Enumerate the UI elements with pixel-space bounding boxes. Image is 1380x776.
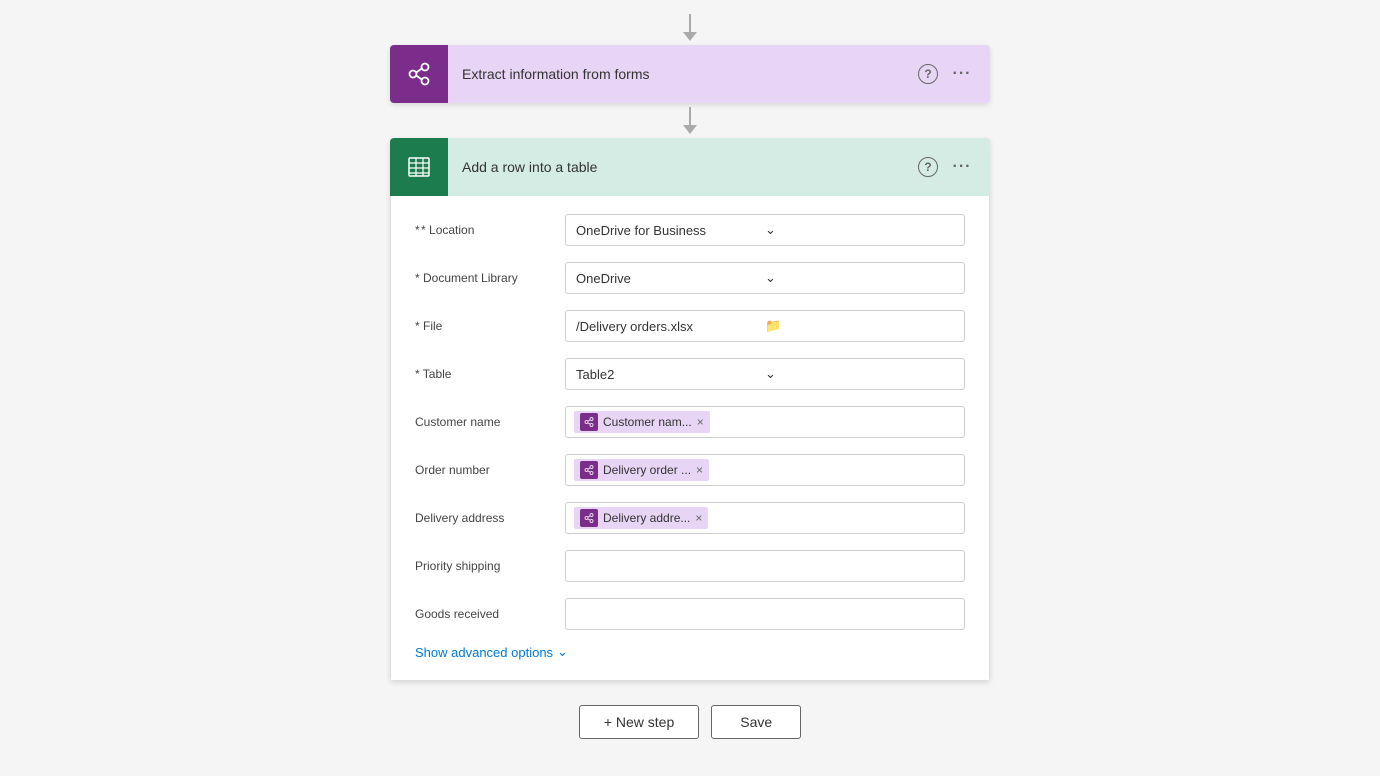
advanced-options-chevron-icon: ⌄ [557, 644, 568, 660]
step1-header: Extract information from forms ? ··· [390, 45, 990, 103]
file-row: * File /Delivery orders.xlsx 📁 [415, 308, 965, 344]
doc-library-control: OneDrive ⌄ [565, 262, 965, 294]
advanced-options-row: Show advanced options ⌄ [415, 644, 965, 660]
goods-received-control [565, 598, 965, 630]
delivery-address-row: Delivery address [415, 500, 965, 536]
file-folder-icon: 📁 [765, 318, 954, 334]
share-icon [405, 60, 433, 88]
priority-shipping-row: Priority shipping [415, 548, 965, 584]
order-number-token-label: Delivery order ... [603, 463, 691, 477]
step2-body: * * Location OneDrive for Business ⌄ * D… [390, 196, 990, 681]
mid-connector-line [689, 107, 691, 125]
step1-ellipsis-icon: ··· [953, 65, 972, 83]
customer-name-label: Customer name [415, 415, 565, 429]
step1-actions: ? ··· [918, 60, 976, 88]
step2-header: Add a row into a table ? ··· [390, 138, 990, 196]
new-step-button[interactable]: + New step [579, 705, 699, 739]
customer-name-token: Customer nam... × [574, 411, 710, 433]
show-advanced-options-label: Show advanced options [415, 645, 553, 660]
location-value: OneDrive for Business [576, 223, 765, 238]
customer-name-control: Customer nam... × [565, 406, 965, 438]
top-connector [683, 14, 697, 41]
doc-library-dropdown[interactable]: OneDrive ⌄ [565, 262, 965, 294]
file-value: /Delivery orders.xlsx [576, 319, 765, 334]
excel-icon [405, 153, 433, 181]
page-container: Extract information from forms ? ··· [0, 0, 1380, 739]
step2-help-icon[interactable]: ? [918, 157, 938, 177]
goods-received-row: Goods received [415, 596, 965, 632]
order-number-token-remove[interactable]: × [696, 464, 703, 476]
order-number-field[interactable]: Delivery order ... × [565, 454, 965, 486]
order-number-token: Delivery order ... × [574, 459, 709, 481]
table-control: Table2 ⌄ [565, 358, 965, 390]
priority-shipping-control [565, 550, 965, 582]
doc-library-chevron-icon: ⌄ [765, 270, 954, 286]
step2-ellipsis-icon: ··· [953, 158, 972, 176]
table-label: * Table [415, 367, 565, 381]
connector-arrow-down [683, 32, 697, 41]
doc-library-value: OneDrive [576, 271, 765, 286]
delivery-address-control: Delivery addre... × [565, 502, 965, 534]
table-row: * Table Table2 ⌄ [415, 356, 965, 392]
customer-name-field[interactable]: Customer nam... × [565, 406, 965, 438]
customer-name-token-label: Customer nam... [603, 415, 692, 429]
delivery-address-token: Delivery addre... × [574, 507, 708, 529]
priority-shipping-label: Priority shipping [415, 559, 565, 573]
customer-name-row: Customer name [415, 404, 965, 440]
location-label: * * Location [415, 223, 565, 237]
step1-icon-box [390, 45, 448, 103]
mid-connector-arrow [683, 125, 697, 134]
step2-actions: ? ··· [918, 153, 976, 181]
customer-name-token-icon [580, 413, 598, 431]
file-field[interactable]: /Delivery orders.xlsx 📁 [565, 310, 965, 342]
delivery-address-token-remove[interactable]: × [695, 512, 702, 524]
document-library-row: * Document Library OneDrive ⌄ [415, 260, 965, 296]
step1-more-button[interactable]: ··· [948, 60, 976, 88]
delivery-address-token-icon [580, 509, 598, 527]
delivery-address-token-label: Delivery addre... [603, 511, 690, 525]
delivery-address-label: Delivery address [415, 511, 565, 525]
step1-help-icon[interactable]: ? [918, 64, 938, 84]
save-button[interactable]: Save [711, 705, 801, 739]
order-number-token-icon [580, 461, 598, 479]
table-chevron-icon: ⌄ [765, 366, 954, 382]
step2-title: Add a row into a table [448, 159, 918, 175]
location-chevron-icon: ⌄ [765, 222, 954, 238]
delivery-address-field[interactable]: Delivery addre... × [565, 502, 965, 534]
goods-received-label: Goods received [415, 607, 565, 621]
file-label: * File [415, 319, 565, 333]
step1-card: Extract information from forms ? ··· [390, 45, 990, 103]
location-row: * * Location OneDrive for Business ⌄ [415, 212, 965, 248]
step2-more-button[interactable]: ··· [948, 153, 976, 181]
doc-library-label: * Document Library [415, 271, 565, 285]
table-dropdown[interactable]: Table2 ⌄ [565, 358, 965, 390]
show-advanced-options-button[interactable]: Show advanced options ⌄ [415, 644, 568, 660]
connector-line [689, 14, 691, 32]
file-control: /Delivery orders.xlsx 📁 [565, 310, 965, 342]
location-control: OneDrive for Business ⌄ [565, 214, 965, 246]
step2-icon-box [390, 138, 448, 196]
step2-card: Add a row into a table ? ··· * * Locatio… [390, 138, 990, 681]
order-number-label: Order number [415, 463, 565, 477]
table-value: Table2 [576, 367, 765, 382]
mid-connector [683, 107, 697, 134]
bottom-actions: + New step Save [579, 705, 801, 739]
goods-received-input[interactable] [565, 598, 965, 630]
order-number-control: Delivery order ... × [565, 454, 965, 486]
step1-title: Extract information from forms [448, 66, 918, 82]
customer-name-token-remove[interactable]: × [697, 416, 704, 428]
order-number-row: Order number [415, 452, 965, 488]
priority-shipping-input[interactable] [565, 550, 965, 582]
location-dropdown[interactable]: OneDrive for Business ⌄ [565, 214, 965, 246]
